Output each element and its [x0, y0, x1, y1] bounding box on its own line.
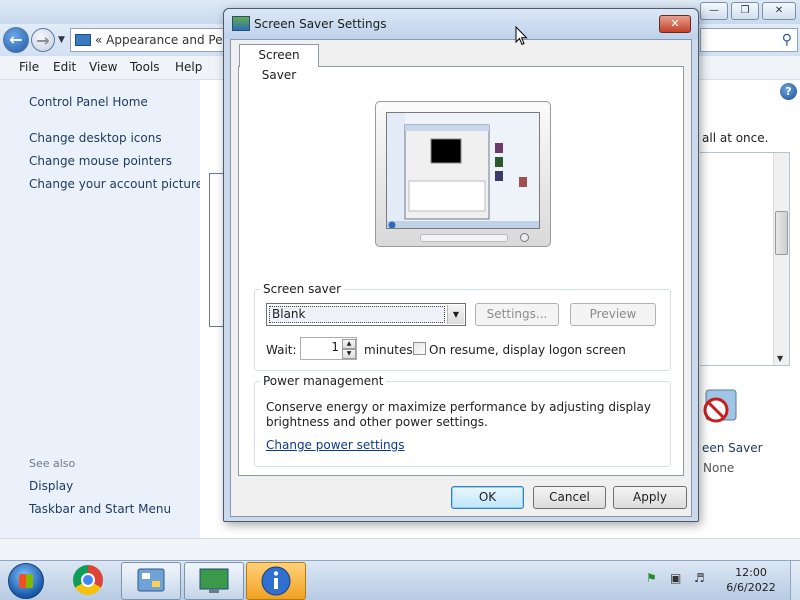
- display-taskbar-icon: [199, 568, 229, 593]
- chrome-icon[interactable]: [73, 565, 103, 595]
- close-button[interactable]: ✕: [762, 2, 796, 20]
- monitor-stand-bar: [420, 234, 508, 242]
- power-management-description: Conserve energy or maximize performance …: [266, 400, 651, 429]
- wait-minutes-stepper[interactable]: 1 ▲ ▼: [300, 337, 357, 360]
- screen-saver-icon[interactable]: [700, 388, 738, 428]
- sidebar-change-mouse-pointers[interactable]: Change mouse pointers: [29, 154, 172, 168]
- taskbar-control-panel[interactable]: [121, 562, 181, 600]
- themes-description-text: all at once.: [702, 131, 769, 145]
- info-icon: [261, 566, 291, 596]
- screen-saver-group-label: Screen saver: [260, 282, 345, 296]
- screen-saver-settings-dialog: Screen Saver Settings ✕ Screen Saver Scr…: [223, 8, 699, 522]
- menu-file[interactable]: File: [19, 60, 39, 74]
- display-logon-checkbox[interactable]: [413, 342, 426, 355]
- preview-thumbnail: [387, 113, 539, 228]
- tab-panel: Screen saver Blank ▼ Settings... Preview…: [238, 66, 684, 476]
- apply-button[interactable]: Apply: [613, 486, 687, 509]
- sidebar-change-desktop-icons[interactable]: Change desktop icons: [29, 131, 162, 145]
- dialog-body: Screen Saver Screen saver Blank ▼ Settin…: [230, 39, 692, 517]
- see-also-heading: See also: [29, 457, 76, 470]
- breadcrumb-separator: «: [95, 33, 103, 47]
- status-bar: [0, 538, 800, 560]
- preview-screen: [386, 112, 540, 229]
- ok-button[interactable]: OK: [451, 486, 524, 509]
- power-management-group-label: Power management: [260, 374, 387, 388]
- sidebar-control-panel-home[interactable]: Control Panel Home: [29, 95, 148, 109]
- menu-help[interactable]: Help: [175, 60, 202, 74]
- wait-label: Wait:: [266, 343, 297, 357]
- themes-scrollbar[interactable]: ▼: [773, 153, 789, 365]
- minutes-label: minutes: [364, 343, 413, 357]
- sidebar-taskbar-start-menu[interactable]: Taskbar and Start Menu: [29, 502, 171, 516]
- search-icon: ⚲: [781, 32, 792, 48]
- clock-time: 12:00: [735, 566, 767, 579]
- taskbar-info-app[interactable]: [246, 562, 306, 600]
- search-input[interactable]: ⚲: [700, 28, 798, 52]
- clock-date: 6/6/2022: [726, 581, 776, 594]
- taskbar-display-settings[interactable]: [184, 562, 244, 600]
- dialog-title: Screen Saver Settings: [254, 17, 387, 31]
- sidebar-display[interactable]: Display: [29, 479, 73, 493]
- help-icon[interactable]: ?: [780, 83, 797, 100]
- breadcrumb-location: Appearance and Personalization: [106, 33, 229, 47]
- mouse-cursor-icon: [515, 26, 528, 46]
- screen-saver-dropdown[interactable]: Blank ▼: [266, 303, 466, 326]
- action-center-icon[interactable]: ⚑: [646, 571, 657, 585]
- scroll-down-icon[interactable]: ▼: [777, 354, 783, 363]
- screen-saver-settings-button[interactable]: Settings...: [475, 303, 559, 326]
- screen-saver-current-value: None: [703, 461, 735, 475]
- cancel-button[interactable]: Cancel: [533, 486, 606, 509]
- display-logon-label[interactable]: On resume, display logon screen: [429, 343, 626, 357]
- spin-down-button[interactable]: ▼: [342, 349, 356, 359]
- tab-screen-saver[interactable]: Screen Saver: [239, 44, 319, 82]
- back-button[interactable]: ←: [3, 27, 29, 53]
- system-clock[interactable]: 12:00 6/6/2022: [719, 565, 783, 595]
- recent-pages-dropdown[interactable]: ▼: [58, 35, 65, 45]
- monitor-preview: [375, 101, 551, 247]
- forward-button[interactable]: →: [31, 28, 55, 52]
- minimize-button[interactable]: —: [700, 2, 728, 20]
- menu-view[interactable]: View: [89, 60, 117, 74]
- display-settings-icon: [232, 16, 250, 31]
- maximize-button[interactable]: ❐: [731, 2, 759, 20]
- dialog-close-button[interactable]: ✕: [659, 15, 691, 33]
- screen-saver-selected: Blank: [269, 306, 445, 323]
- menu-tools[interactable]: Tools: [130, 60, 160, 74]
- control-panel-taskbar-icon: [137, 568, 165, 592]
- control-panel-icon: [75, 34, 91, 46]
- preview-button[interactable]: Preview: [570, 303, 656, 326]
- sidebar-change-account-picture[interactable]: Change your account picture: [29, 177, 203, 191]
- screen-saver-link[interactable]: een Saver: [702, 441, 763, 455]
- volume-icon[interactable]: ♬: [694, 571, 705, 585]
- scrollbar-thumb[interactable]: [775, 211, 788, 255]
- menu-edit[interactable]: Edit: [53, 60, 76, 74]
- address-bar[interactable]: « Appearance and Personalization: [70, 28, 230, 52]
- show-desktop-button[interactable]: [790, 561, 800, 600]
- network-icon[interactable]: ▣: [670, 571, 681, 585]
- change-power-settings-link[interactable]: Change power settings: [266, 438, 405, 452]
- chevron-down-icon[interactable]: ▼: [447, 305, 464, 324]
- wait-minutes-value[interactable]: 1: [301, 340, 339, 354]
- windows-logo-icon: [19, 574, 33, 588]
- monitor-power-knob: [520, 233, 529, 242]
- start-button[interactable]: [8, 563, 44, 599]
- spin-up-button[interactable]: ▲: [342, 339, 356, 349]
- dialog-titlebar[interactable]: Screen Saver Settings ✕: [224, 9, 698, 39]
